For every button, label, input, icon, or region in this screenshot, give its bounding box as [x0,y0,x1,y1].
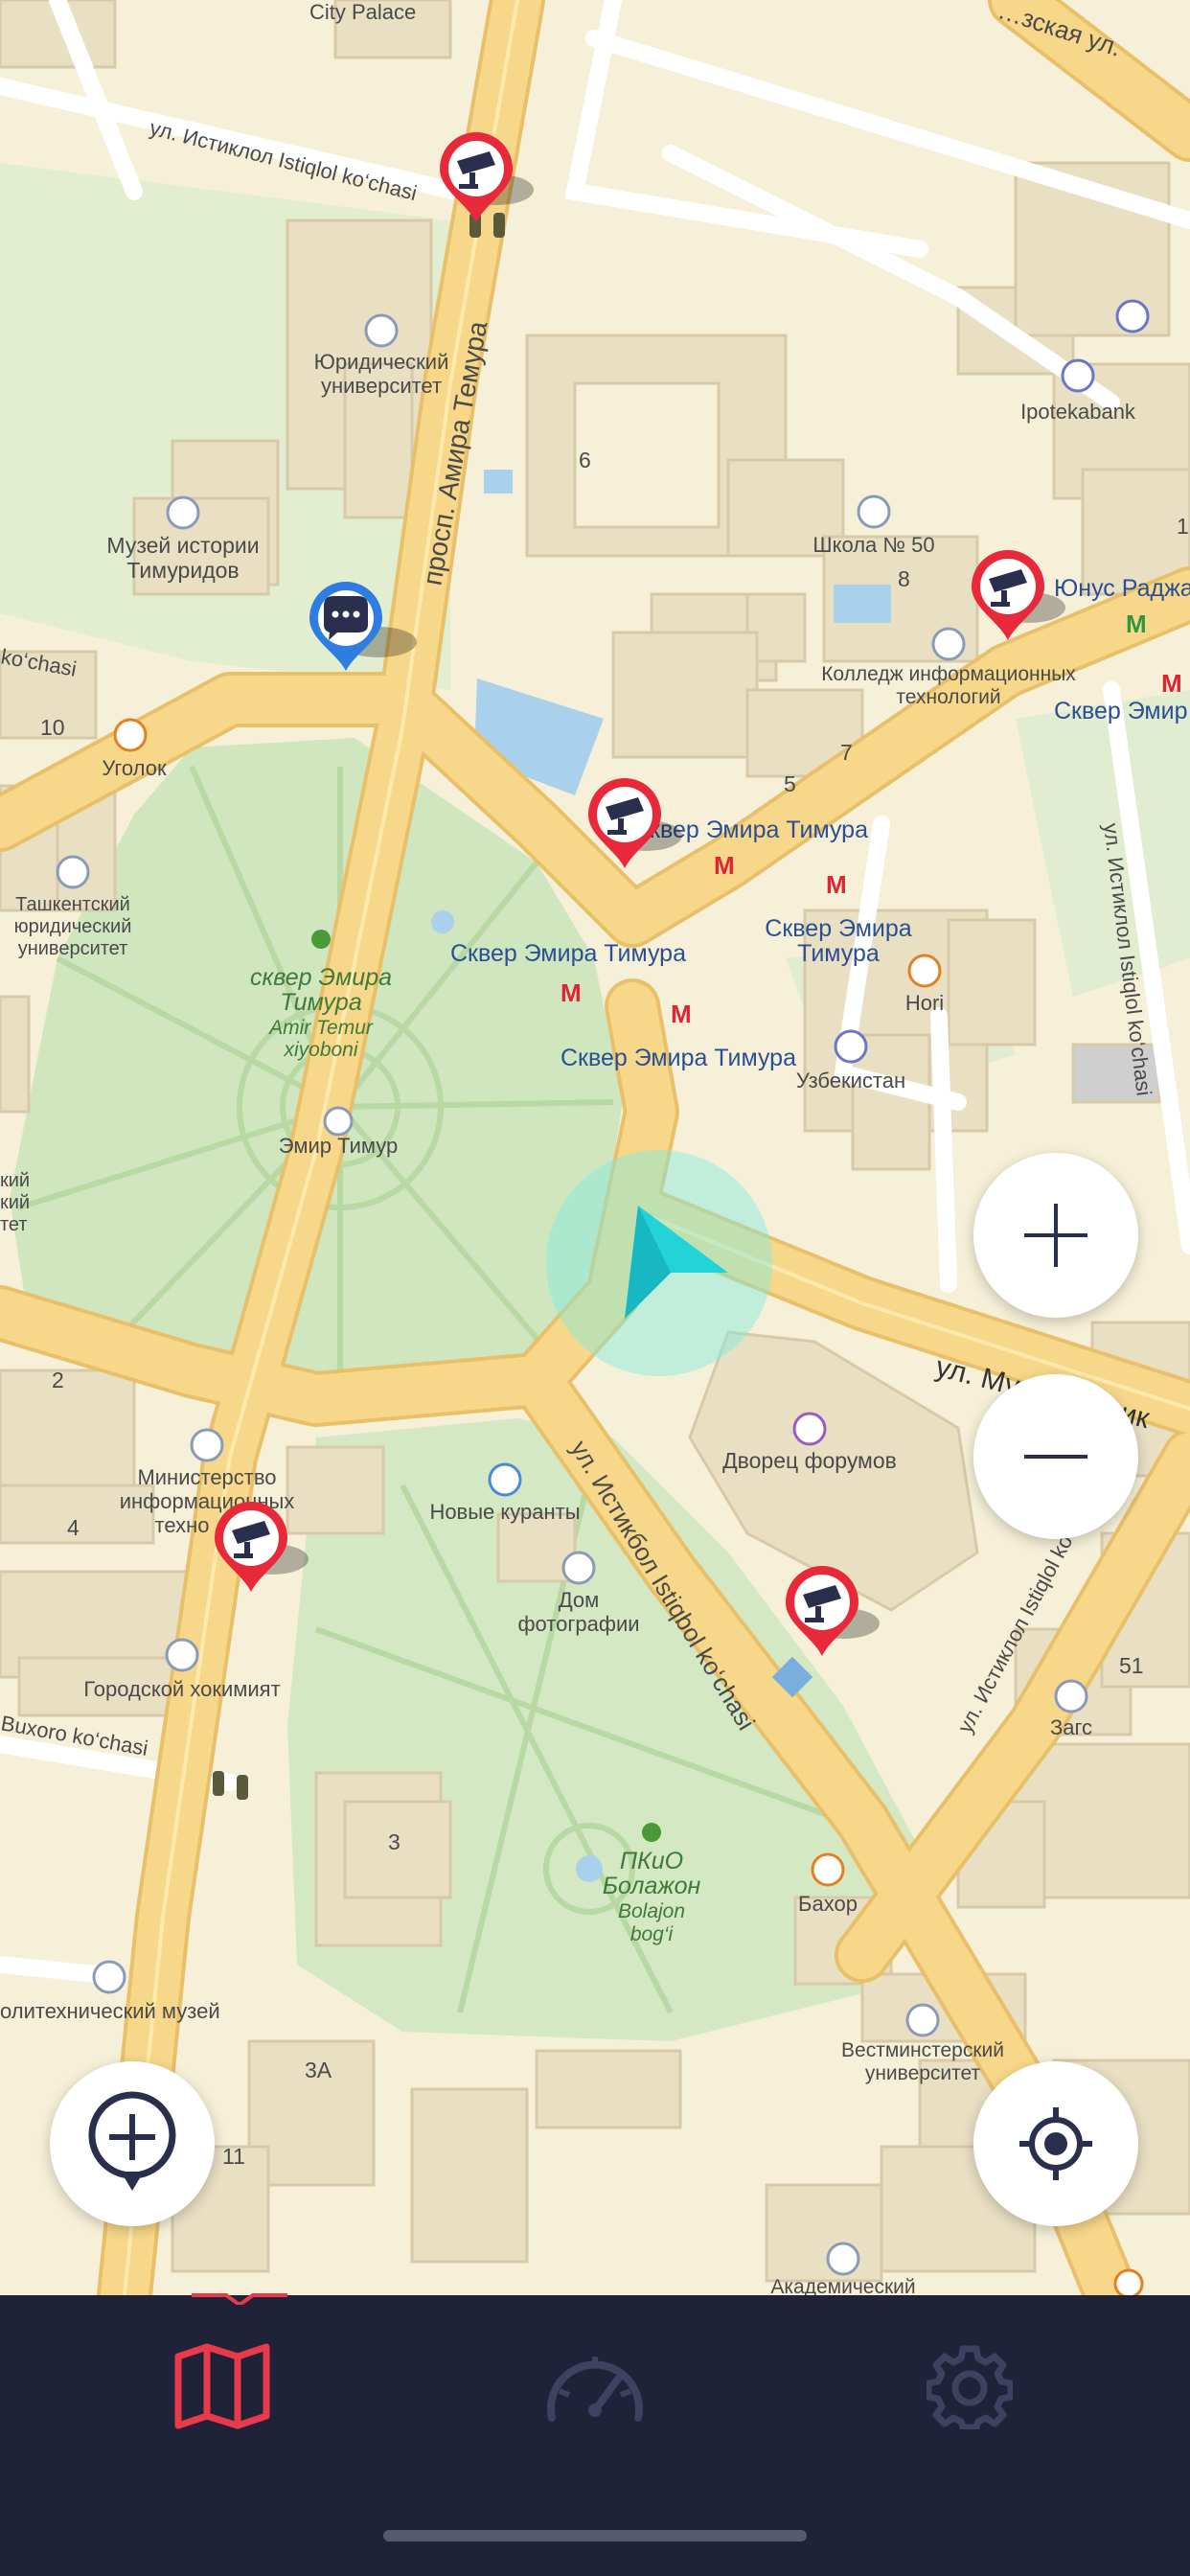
tab-settings[interactable] [771,2295,1168,2477]
svg-text:олитехнический музей: олитехнический музей [0,1999,220,2023]
map-icon [174,2343,270,2429]
locate-me-button[interactable] [973,2061,1138,2226]
svg-text:Городской хокимият: Городской хокимият [83,1677,280,1701]
svg-text:3: 3 [388,1829,400,1854]
svg-text:51: 51 [1119,1653,1144,1678]
svg-text:тет: тет [0,1214,28,1235]
svg-text:Тимура: Тимура [280,989,362,1016]
svg-text:Эмир Тимур: Эмир Тимур [279,1134,398,1158]
svg-text:Ташкентский: Ташкентский [15,894,130,915]
svg-text:6: 6 [579,448,591,472]
metro-icon: M [714,851,735,880]
svg-text:техно: техно [155,1513,210,1537]
svg-text:технологий: технологий [896,686,1000,708]
svg-text:Министерство: Министерство [137,1465,276,1489]
zoom-in-button[interactable] [973,1153,1138,1318]
svg-text:Уголок: Уголок [102,756,167,780]
svg-text:университет: университет [18,938,128,959]
svg-text:Юнус Раджа: Юнус Раджа [1054,575,1190,602]
svg-text:Академический: Академический [770,2276,915,2295]
svg-text:кий: кий [0,1192,30,1213]
tab-map[interactable] [24,2295,421,2477]
metro-icon: M [1161,669,1182,698]
svg-text:7: 7 [840,740,853,765]
svg-text:университет: университет [865,2062,981,2084]
minus-icon [1024,1455,1087,1459]
svg-text:Amir Temur: Amir Temur [267,1017,374,1039]
svg-text:Загс: Загс [1050,1715,1092,1739]
svg-text:Bolajon: Bolajon [618,1900,685,1922]
gear-icon [927,2345,1013,2429]
svg-text:Тимура: Тимура [797,940,880,967]
svg-text:ПКиО: ПКиО [620,1848,683,1874]
svg-text:Тимуридов: Тимуридов [126,558,239,583]
map-view[interactable]: M M M M M M City Palace ул. Истиклол Ist… [0,0,1190,2295]
svg-text:Болажон: Болажон [603,1873,701,1899]
svg-text:xiyoboni: xiyoboni [283,1039,358,1061]
metro-icon: M [561,978,582,1007]
svg-text:Ipotekabank: Ipotekabank [1020,400,1136,424]
svg-text:юридический: юридический [14,916,132,937]
bottom-tab-bar [0,2293,1190,2576]
svg-text:2: 2 [52,1368,64,1392]
crosshair-icon [1019,2107,1092,2180]
svg-text:11: 11 [222,2144,245,2169]
speedometer-icon [547,2357,643,2422]
svg-text:bog‘i: bog‘i [630,1923,675,1945]
svg-text:3А: 3А [305,2058,332,2082]
svg-text:Сквер Эмир: Сквер Эмир [1054,698,1188,724]
metro-icon: M [1126,610,1147,638]
add-report-button[interactable] [50,2061,215,2226]
svg-text:10: 10 [40,715,65,740]
plus-icon [1024,1204,1087,1267]
svg-text:Дом: Дом [559,1588,600,1612]
zoom-out-button[interactable] [973,1374,1138,1539]
svg-text:Сквер Эмира Тимура: Сквер Эмира Тимура [561,1045,796,1071]
svg-text:Школа № 50: Школа № 50 [812,533,934,557]
svg-text:Юридический: Юридический [314,350,449,374]
svg-text:Вестминстерский: Вестминстерский [841,2039,1004,2061]
svg-text:Бахор: Бахор [798,1892,858,1916]
svg-text:кий: кий [0,1170,30,1191]
svg-text:Узбекистан: Узбекистан [796,1069,905,1092]
svg-text:Колледж информационных: Колледж информационных [821,663,1076,685]
svg-text:5: 5 [784,771,796,796]
svg-text:университет: университет [321,374,442,398]
metro-icon: M [826,870,847,899]
home-indicator [383,2530,807,2542]
svg-text:Сквер Эмира: Сквер Эмира [765,915,911,942]
map-canvas[interactable]: M M M M M M City Palace ул. Истиклол Ist… [0,0,1190,2295]
tab-speedometer[interactable] [397,2295,793,2477]
svg-text:Дворец форумов: Дворец форумов [722,1448,897,1473]
svg-text:Новые куранты: Новые куранты [429,1500,580,1524]
add-pin-icon [88,2091,176,2191]
svg-text:4: 4 [67,1515,80,1540]
svg-text:Сквер Эмира Тимура: Сквер Эмира Тимура [450,940,686,967]
svg-text:сквер Эмира: сквер Эмира [250,964,392,991]
current-location-arrow [546,1150,772,1376]
svg-text:8: 8 [898,566,910,591]
svg-text:City Palace: City Palace [309,0,416,24]
svg-text:фотографии: фотографии [517,1612,639,1636]
svg-text:1: 1 [1177,514,1189,539]
svg-text:Hori: Hori [905,991,944,1015]
svg-text:Музей истории: Музей истории [106,533,259,558]
metro-icon: M [671,1000,692,1028]
